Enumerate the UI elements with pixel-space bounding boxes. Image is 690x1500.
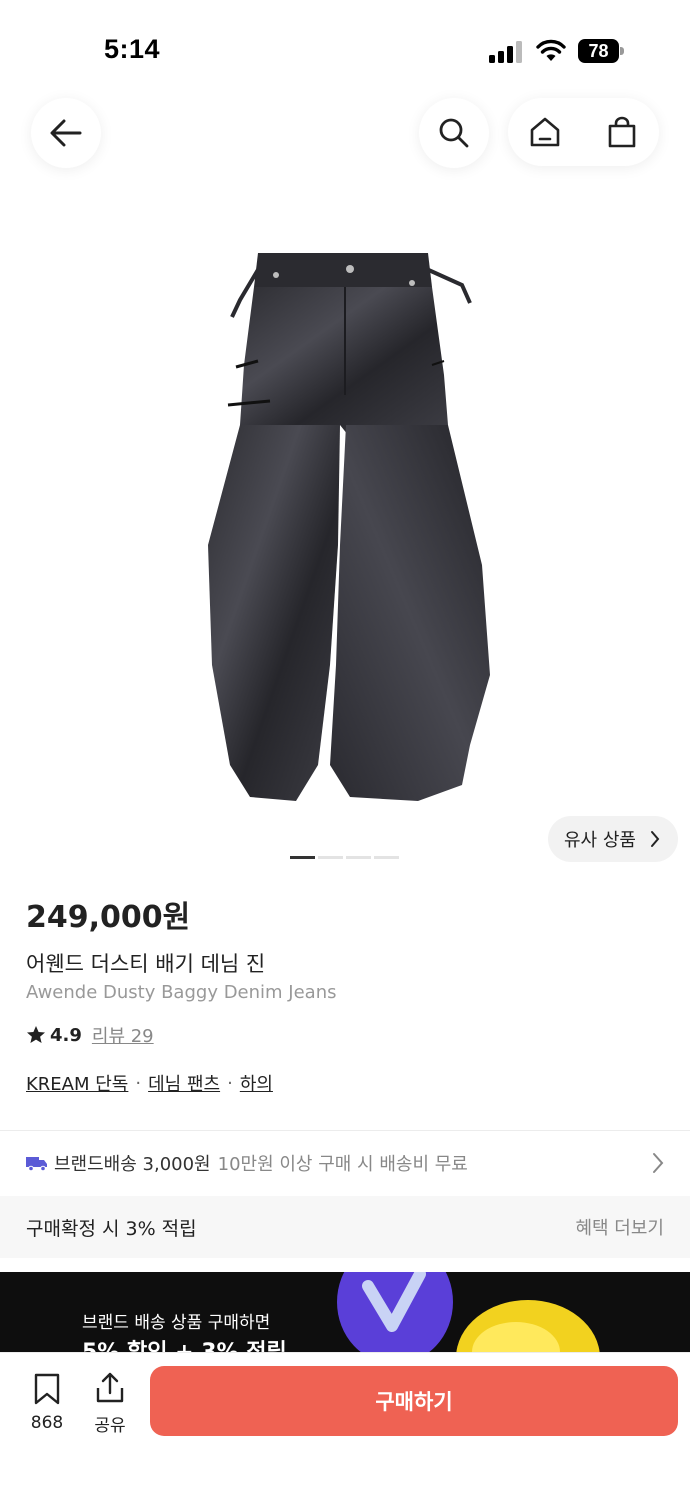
product-name-english: Awende Dusty Baggy Denim Jeans [26, 982, 337, 1003]
promo-badge-graphic [337, 1272, 453, 1352]
share-button[interactable]: 공유 [86, 1371, 134, 1436]
review-link[interactable]: 리뷰 29 [92, 1022, 154, 1048]
share-icon [96, 1372, 124, 1403]
product-rating: 4.9 리뷰 29 [26, 1022, 154, 1048]
buy-button[interactable]: 구매하기 [150, 1366, 678, 1436]
tag-separator: · [135, 1072, 142, 1094]
similar-products-button[interactable]: 유사 상품 [548, 816, 678, 862]
shipping-label: 브랜드배송 3,000원 [54, 1154, 211, 1175]
status-bar: 5:14 78 [0, 0, 690, 90]
share-label: 공유 [94, 1416, 126, 1436]
section-divider [0, 1130, 690, 1131]
banner-line-2: 5% 할인 + 3% 적립 [82, 1334, 287, 1352]
banner-line-1: 브랜드 배송 상품 구매하면 [82, 1313, 271, 1333]
wishlist-count: 868 [30, 1413, 64, 1433]
shipping-note: 10만원 이상 구매 시 배송비 무료 [217, 1154, 468, 1175]
wifi-icon [536, 39, 566, 61]
product-price: 249,000원 [26, 900, 191, 935]
shopping-bag-icon [608, 116, 636, 148]
points-section: 구매확정 시 3% 적립 혜택 더보기 [0, 1196, 690, 1258]
home-button[interactable] [508, 98, 582, 166]
points-label: 구매확정 시 3% 적립 [26, 1218, 197, 1240]
search-button[interactable] [419, 98, 489, 168]
product-tags: KREAM 단독 · 데님 팬츠 · 하의 [26, 1070, 273, 1096]
image-pagination [290, 856, 399, 859]
tag-separator: · [227, 1072, 233, 1094]
promo-banner[interactable]: 브랜드 배송 상품 구매하면 5% 할인 + 3% 적립 [0, 1272, 690, 1352]
bookmark-icon [34, 1373, 60, 1405]
wishlist-button[interactable]: 868 [22, 1373, 72, 1433]
shipping-info[interactable]: 브랜드배송 3,000원 10만원 이상 구매 시 배송비 무료 [26, 1150, 468, 1176]
status-time: 5:14 [104, 34, 161, 64]
nav-action-group [508, 98, 659, 166]
search-icon [439, 118, 469, 148]
home-icon [530, 117, 560, 147]
pagination-dot [374, 856, 399, 859]
pagination-dot [318, 856, 343, 859]
cellular-signal-icon [489, 41, 522, 63]
similar-products-label: 유사 상품 [564, 830, 636, 851]
cart-button[interactable] [585, 98, 659, 166]
benefits-more-link[interactable]: 혜택 더보기 [575, 1214, 664, 1240]
truck-icon [26, 1157, 47, 1171]
back-button[interactable] [31, 98, 101, 168]
pagination-dot [346, 856, 371, 859]
battery-level: 78 [588, 41, 609, 61]
pagination-dot [290, 856, 315, 859]
bottom-action-bar: 868 공유 구매하기 [0, 1352, 690, 1500]
arrow-left-icon [50, 119, 82, 147]
battery-indicator: 78 [578, 39, 624, 63]
tag-denim-pants[interactable]: 데님 팬츠 [148, 1070, 220, 1096]
rating-score: 4.9 [50, 1024, 82, 1046]
chevron-right-icon[interactable] [652, 1152, 664, 1174]
tag-kream-exclusive[interactable]: KREAM 단독 [26, 1070, 128, 1096]
product-name-korean: 어웬드 더스티 배기 데님 진 [26, 952, 266, 976]
tag-bottoms[interactable]: 하의 [240, 1070, 273, 1096]
star-icon [27, 1026, 45, 1043]
chevron-right-icon [651, 831, 660, 847]
product-image[interactable] [200, 245, 490, 810]
coin-graphic [456, 1300, 600, 1352]
